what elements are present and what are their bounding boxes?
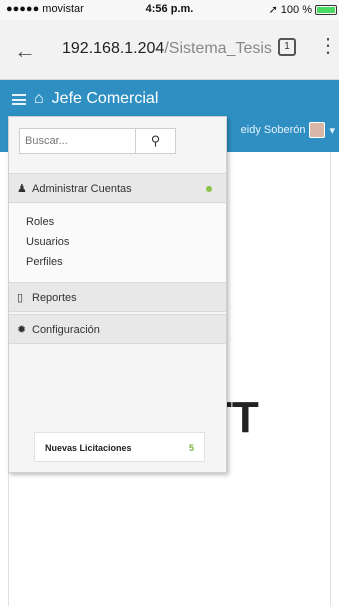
content-border-right	[330, 152, 331, 606]
status-dot	[206, 186, 212, 192]
search-box: ⚲	[19, 128, 176, 154]
menu-section-reportes[interactable]: ▯ Reportes	[9, 282, 226, 312]
section-label: Configuración	[32, 324, 100, 336]
back-arrow-icon[interactable]: ←	[14, 38, 36, 64]
address-path: /Sistema_Tesis	[164, 40, 272, 57]
submenu-item-roles[interactable]: Roles	[26, 216, 54, 228]
user-name: eidy Soberón	[240, 124, 306, 136]
search-button[interactable]: ⚲	[135, 129, 175, 153]
search-input[interactable]	[20, 129, 135, 153]
card-count: 5	[188, 443, 194, 453]
user-icon: ♟	[17, 183, 27, 195]
hamburger-menu-icon[interactable]	[12, 93, 26, 105]
section-label: Reportes	[32, 292, 77, 304]
avatar	[309, 122, 326, 138]
menu-section-administrar-cuentas[interactable]: ♟ Administrar Cuentas	[9, 173, 226, 203]
app-brand: ⌂ Jefe Comercial	[12, 90, 158, 108]
user-menu[interactable]: eidy Soberón ▾	[241, 122, 335, 138]
home-icon: ⌂	[34, 90, 44, 107]
battery-percent: 100 %	[280, 3, 312, 16]
tab-switcher-button[interactable]: 1	[278, 38, 296, 56]
submenu-item-usuarios[interactable]: Usuarios	[26, 236, 69, 248]
section-label: Administrar Cuentas	[32, 183, 132, 195]
notification-card[interactable]: Nuevas Licitaciones 5	[34, 432, 205, 462]
battery-icon	[315, 4, 337, 15]
search-icon: ⚲	[150, 133, 161, 148]
location-icon: ➚	[268, 4, 278, 16]
caret-down-icon: ▾	[329, 124, 335, 137]
app-title[interactable]: Jefe Comercial	[52, 90, 159, 108]
nav-dropdown: ⚲ ♟ Administrar Cuentas Roles Usuarios P…	[8, 116, 227, 473]
gear-icon: ✹	[17, 324, 27, 336]
address-host: 192.168.1.204	[62, 40, 165, 57]
status-right: ➚ 100 %	[269, 3, 337, 16]
address-bar[interactable]: 192.168.1.204/Sistema_Tesis	[62, 40, 272, 58]
submenu-item-perfiles[interactable]: Perfiles	[26, 256, 63, 268]
menu-section-configuracion[interactable]: ✹ Configuración	[9, 314, 226, 344]
submenu: Roles Usuarios Perfiles	[9, 204, 226, 282]
more-options-icon[interactable]: ⋮	[318, 36, 338, 56]
browser-toolbar: ← 192.168.1.204/Sistema_Tesis 1 ⋮	[0, 20, 339, 80]
document-icon: ▯	[17, 292, 24, 304]
card-title: Nuevas Licitaciones	[45, 443, 132, 453]
status-bar: ●●●●● movistar 4:56 p.m. ➚ 100 %	[0, 0, 339, 20]
